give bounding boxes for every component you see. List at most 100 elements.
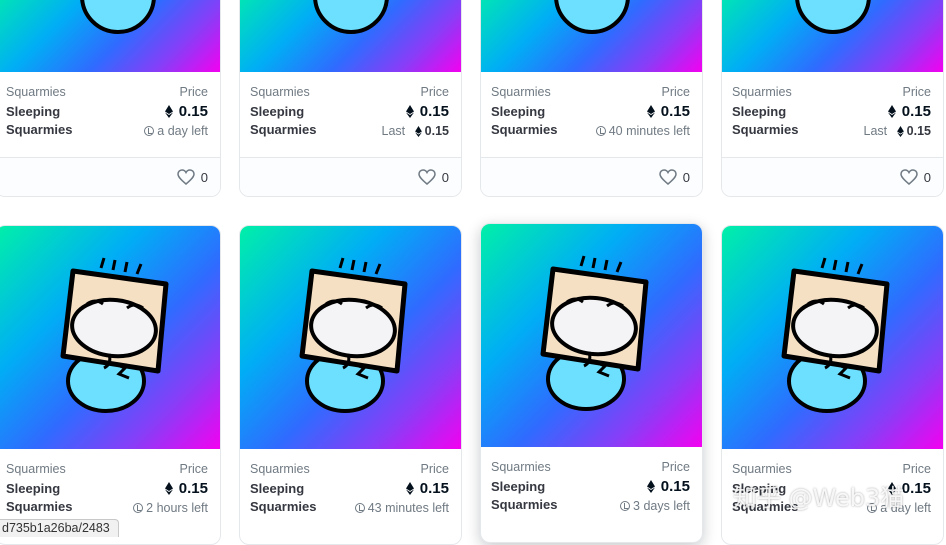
nft-title[interactable]: Sleeping Squarmies: [6, 103, 116, 139]
clock-icon: [595, 126, 606, 136]
ethereum-icon: [164, 105, 173, 118]
price-value: 0.15: [646, 103, 690, 120]
nft-title[interactable]: Sleeping Squarmies: [732, 480, 842, 516]
collection-name[interactable]: Squarmies: [6, 462, 66, 476]
collection-name[interactable]: Squarmies: [491, 85, 551, 99]
nft-title[interactable]: Sleeping Squarmies: [250, 103, 360, 139]
clock-icon: [144, 126, 155, 136]
time-left-text: 40 minutes left: [608, 124, 690, 138]
nft-title[interactable]: Sleeping Squarmies: [250, 480, 360, 516]
time-left-text: 3 days left: [633, 499, 690, 513]
time-left: a day left: [867, 501, 931, 515]
price-value: 0.15: [646, 478, 690, 495]
price-label: Price: [661, 460, 690, 474]
nft-image[interactable]: [722, 0, 943, 72]
nft-title[interactable]: Sleeping Squarmies: [732, 103, 842, 139]
nft-card[interactable]: Squarmies Sleeping Squarmies Price 0.15 …: [239, 0, 462, 197]
price-value: 0.15: [887, 103, 931, 120]
favorite-button[interactable]: 0: [177, 169, 208, 185]
price-label: Price: [661, 85, 690, 99]
time-left: 3 days left: [620, 499, 690, 513]
favorite-count: 0: [200, 169, 208, 185]
last-sale-label: Last: [381, 124, 406, 138]
price-value: 0.15: [405, 480, 449, 497]
heart-icon: [418, 169, 436, 185]
price-value: 0.15: [164, 480, 208, 497]
heart-icon: [177, 169, 195, 185]
favorite-count: 0: [441, 169, 449, 185]
nft-card[interactable]: Squarmies Sleeping Squarmies Price 0.15 …: [0, 0, 221, 197]
price-value: 0.15: [887, 480, 931, 497]
nft-card[interactable]: Squarmies Sleeping Squarmies Price 0.15 …: [721, 0, 944, 197]
time-left-text: 43 minutes left: [367, 501, 449, 515]
squarmie-character: [781, 257, 890, 413]
price-amount: 0.15: [901, 103, 931, 120]
ethereum-icon: [896, 125, 904, 137]
nft-image[interactable]: [240, 0, 461, 72]
collection-name[interactable]: Squarmies: [732, 85, 792, 99]
price-label: Price: [420, 462, 449, 476]
nft-title[interactable]: Sleeping Squarmies: [491, 103, 601, 139]
time-left-text: 2 hours left: [146, 501, 208, 515]
nft-image[interactable]: [0, 226, 220, 449]
price-label: Price: [179, 462, 208, 476]
ethereum-icon: [646, 105, 655, 118]
last-sale-amount: 0.15: [424, 124, 449, 138]
clock-icon: [867, 503, 878, 513]
status-bar-url: d735b1a26ba/2483: [0, 519, 119, 537]
ethereum-icon: [646, 480, 655, 493]
ethereum-icon: [405, 105, 414, 118]
collection-name[interactable]: Squarmies: [250, 85, 310, 99]
nft-card[interactable]: Squarmies Sleeping Squarmies Price 0.15 …: [480, 0, 703, 197]
nft-card[interactable]: Squarmies Sleeping Squarmies Price 0.15 …: [480, 223, 703, 543]
price-amount: 0.15: [419, 480, 449, 497]
nft-image[interactable]: [722, 226, 943, 449]
ethereum-icon: [887, 105, 896, 118]
favorite-button[interactable]: 0: [659, 169, 690, 185]
clock-icon: [354, 503, 365, 513]
ethereum-icon: [164, 482, 173, 495]
heart-icon: [900, 169, 918, 185]
price-amount: 0.15: [660, 478, 690, 495]
favorite-button[interactable]: 0: [418, 169, 449, 185]
time-left: 2 hours left: [133, 501, 208, 515]
clock-icon: [620, 501, 631, 511]
price-amount: 0.15: [178, 103, 208, 120]
last-sale: Last 0.15: [864, 124, 931, 138]
collection-name[interactable]: Squarmies: [732, 462, 792, 476]
collection-name[interactable]: Squarmies: [250, 462, 310, 476]
price-amount: 0.15: [178, 480, 208, 497]
ethereum-icon: [414, 125, 422, 137]
collection-name[interactable]: Squarmies: [6, 85, 66, 99]
price-amount: 0.15: [660, 103, 690, 120]
time-left-text: a day left: [880, 501, 931, 515]
nft-image[interactable]: [481, 0, 702, 72]
ethereum-icon: [887, 482, 896, 495]
nft-title[interactable]: Sleeping Squarmies: [491, 478, 601, 514]
price-label: Price: [179, 85, 208, 99]
nft-image[interactable]: [481, 224, 702, 447]
last-sale-label: Last: [863, 124, 888, 138]
price-amount: 0.15: [419, 103, 449, 120]
favorite-count: 0: [682, 169, 690, 185]
nft-image[interactable]: [0, 0, 220, 72]
nft-title[interactable]: Sleeping Squarmies: [6, 480, 116, 516]
nft-card[interactable]: Squarmies Sleeping Squarmies Price 0.15 …: [0, 225, 221, 545]
time-left: 43 minutes left: [354, 501, 449, 515]
favorite-button[interactable]: 0: [900, 169, 931, 185]
squarmie-character: [540, 255, 649, 411]
last-sale: Last 0.15: [382, 124, 449, 138]
nft-card[interactable]: Squarmies Sleeping Squarmies Price 0.15 …: [239, 225, 462, 545]
nft-image[interactable]: [240, 226, 461, 449]
price-value: 0.15: [164, 103, 208, 120]
clock-icon: [133, 503, 144, 513]
time-left: a day left: [144, 124, 208, 138]
collection-name[interactable]: Squarmies: [491, 460, 551, 474]
nft-card[interactable]: Squarmies Sleeping Squarmies Price 0.15 …: [721, 225, 944, 545]
squarmie-character: [299, 257, 408, 413]
price-label: Price: [902, 462, 931, 476]
price-label: Price: [420, 85, 449, 99]
price-amount: 0.15: [901, 480, 931, 497]
squarmie-character: [60, 257, 169, 413]
last-sale-amount: 0.15: [906, 124, 931, 138]
